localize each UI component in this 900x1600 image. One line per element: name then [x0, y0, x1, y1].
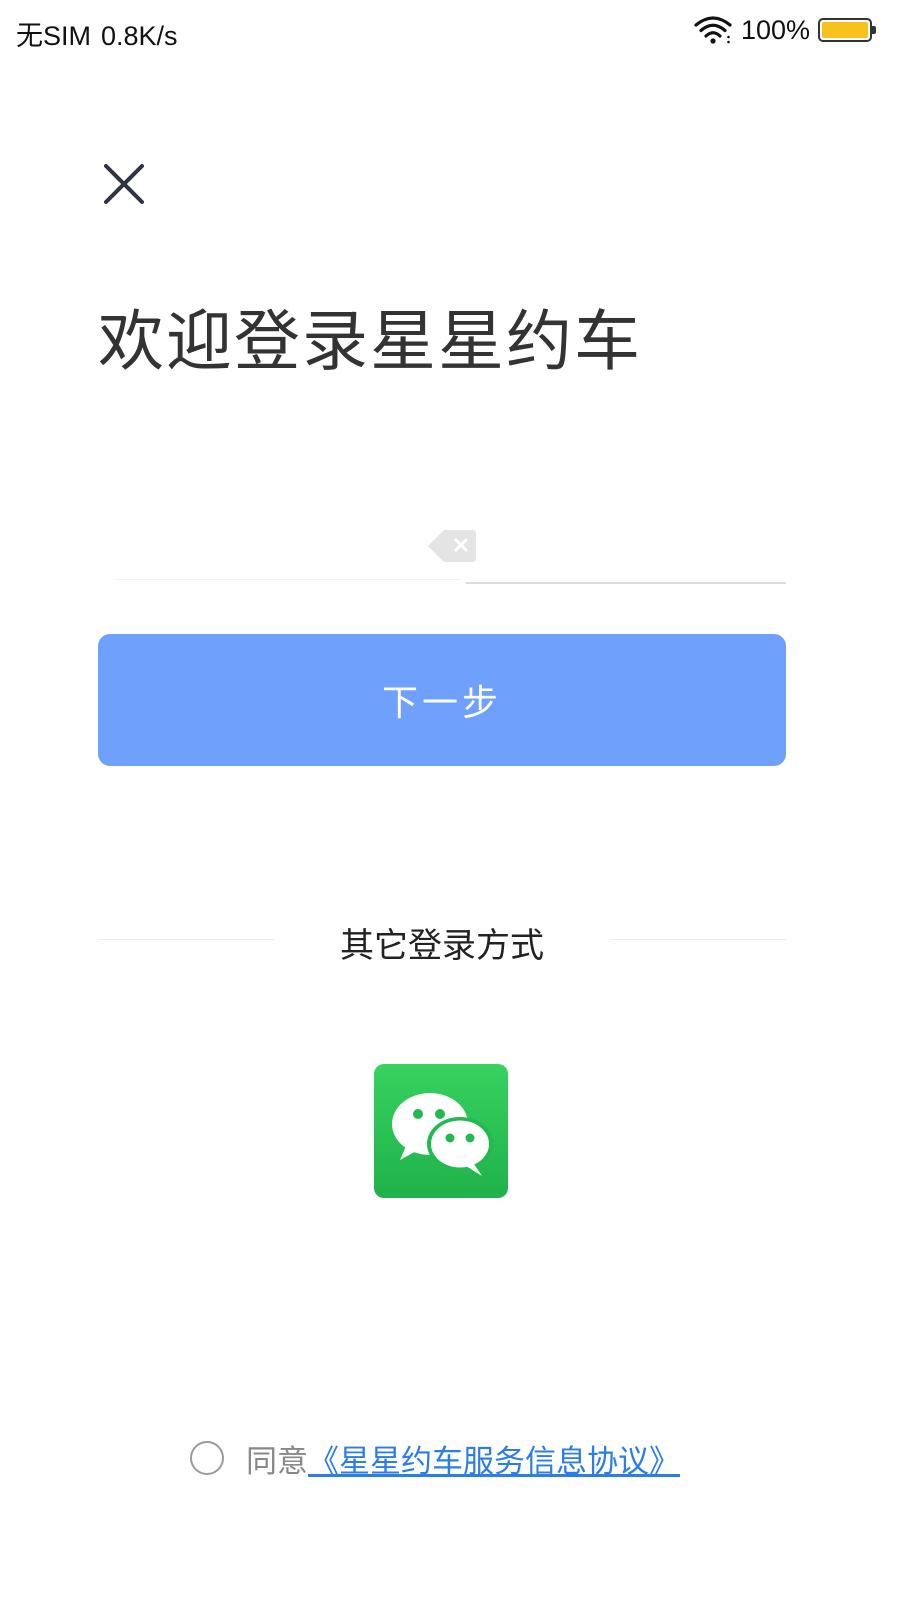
battery-percent: 100% [740, 14, 810, 45]
status-left: 无SIM 0.8K/s [16, 14, 178, 53]
agree-prefix: 同意 [246, 1443, 308, 1480]
page-title: 欢迎登录星星约车 [98, 303, 642, 380]
clear-icon[interactable] [426, 526, 478, 566]
agreement-row: 同意 《星星约车服务信息协议》 [190, 1436, 680, 1480]
phone-input-row [100, 520, 786, 588]
other-login-label: 其它登录方式 [340, 926, 544, 966]
divider-line-right [610, 939, 786, 940]
close-button[interactable] [100, 160, 148, 208]
agree-radio[interactable] [190, 1441, 224, 1475]
close-icon [104, 164, 144, 204]
agreement-link[interactable]: 《星星约车服务信息协议》 [308, 1436, 680, 1481]
phone-input[interactable] [100, 520, 424, 578]
status-bar: 无SIM 0.8K/s 100% [0, 0, 900, 62]
battery-fill [822, 22, 868, 38]
status-right: 100% [693, 12, 876, 48]
wechat-icon [392, 1093, 493, 1176]
carrier-label: 无SIM [16, 21, 92, 51]
next-button[interactable]: 下一步 [98, 634, 786, 766]
wechat-login-button[interactable] [374, 1064, 508, 1198]
input-underline-faint [114, 579, 460, 580]
battery-icon [818, 18, 876, 42]
wifi-icon [693, 15, 733, 45]
other-login-divider: 其它登录方式 [98, 912, 786, 968]
input-underline [466, 582, 786, 584]
network-speed: 0.8K/s [101, 21, 178, 51]
